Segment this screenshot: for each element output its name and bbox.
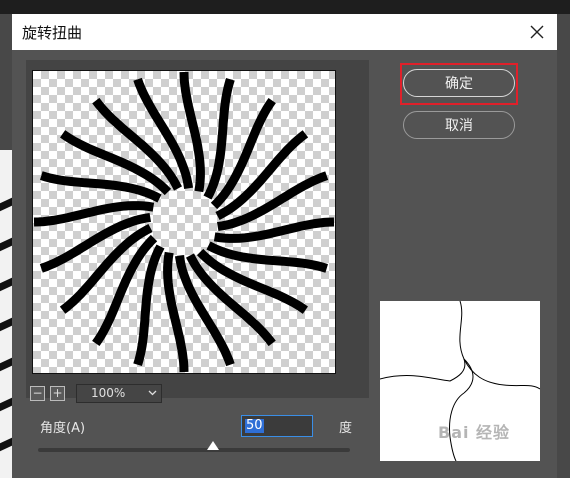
twirl-preview-image <box>33 71 335 373</box>
dialog-titlebar: 旋转扭曲 <box>12 14 557 50</box>
twirl-spoke <box>203 78 235 200</box>
preview-panel <box>26 60 369 398</box>
zoom-level-value: 100% <box>91 386 126 400</box>
angle-slider[interactable] <box>38 441 350 452</box>
zoom-in-button[interactable]: + <box>50 386 65 401</box>
zoom-out-button[interactable]: − <box>30 386 45 401</box>
close-button[interactable] <box>523 18 551 46</box>
chevron-down-icon <box>148 390 157 396</box>
twirl-spoke <box>206 241 328 273</box>
twirl-spoke <box>133 244 165 366</box>
angle-input[interactable]: 50 <box>241 415 313 437</box>
cancel-button[interactable]: 取消 <box>403 111 515 139</box>
angle-input-value: 50 <box>245 418 264 433</box>
twirl-spoke <box>186 253 276 347</box>
zoom-controls: − + 100% <box>30 384 200 404</box>
filter-preview[interactable] <box>32 70 336 374</box>
angle-unit-label: 度 <box>339 421 353 436</box>
dialog-title: 旋转扭曲 <box>22 24 83 42</box>
watermark: Bai 经验 <box>438 423 511 442</box>
twirl-dialog: 旋转扭曲 − + 100% 确定 取消 Bai 经验 角度(A) 50 度 <box>12 14 557 478</box>
close-icon <box>530 25 544 39</box>
twirl-spoke <box>40 171 162 203</box>
app-background-top <box>0 0 570 14</box>
screen: 旋转扭曲 − + 100% 确定 取消 Bai 经验 角度(A) 50 度 <box>0 0 570 478</box>
twirl-spoke <box>215 130 309 220</box>
ok-button[interactable]: 确定 <box>403 69 515 97</box>
thumbnail-preview: Bai 经验 <box>380 301 540 461</box>
angle-label: 角度(A) <box>40 421 86 436</box>
twirl-spoke <box>92 97 182 191</box>
twirl-spoke <box>59 224 153 314</box>
angle-slider-thumb[interactable] <box>206 441 219 450</box>
zoom-level-select[interactable]: 100% <box>76 384 162 403</box>
